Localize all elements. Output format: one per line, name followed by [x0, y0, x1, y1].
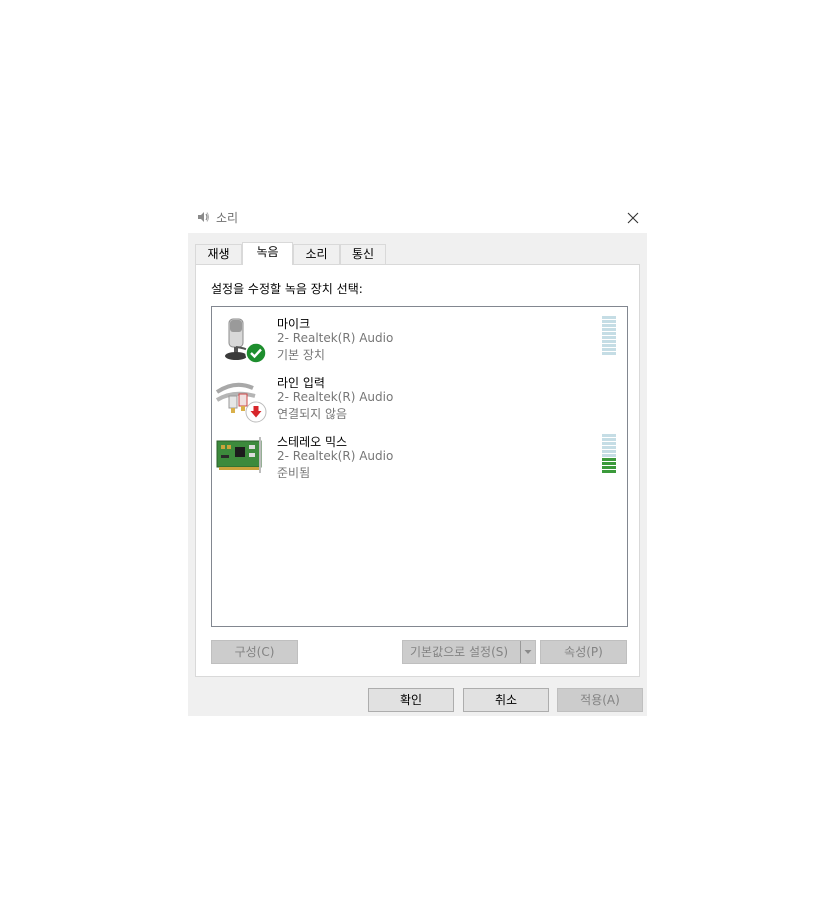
device-driver: 2- Realtek(R) Audio — [277, 449, 394, 463]
instruction-label: 설정을 수정할 녹음 장치 선택: — [211, 282, 363, 296]
device-status: 연결되지 않음 — [277, 407, 348, 421]
close-button[interactable] — [622, 207, 644, 229]
apply-button[interactable]: 적용(A) — [557, 688, 643, 712]
ok-button[interactable]: 확인 — [368, 688, 454, 712]
device-name: 스테레오 믹스 — [277, 435, 348, 449]
close-icon — [627, 212, 639, 224]
device-name: 라인 입력 — [277, 376, 325, 390]
device-name: 마이크 — [277, 317, 311, 331]
tab-sounds[interactable]: 소리 — [293, 244, 340, 264]
chevron-down-icon — [524, 650, 532, 654]
sound-card-icon — [216, 437, 262, 473]
device-item-line-in[interactable]: 라인 입력 2- Realtek(R) Audio 연결되지 않음 — [212, 368, 627, 426]
sound-dialog: 소리 재생 녹음 소리 통신 설정을 수정할 녹음 장치 선택: 마이크 2- … — [188, 202, 647, 716]
device-list[interactable]: 마이크 2- Realtek(R) Audio 기본 장치 라인 입력 2- R… — [211, 306, 628, 627]
device-item-microphone[interactable]: 마이크 2- Realtek(R) Audio 기본 장치 — [212, 309, 627, 367]
level-meter — [602, 434, 616, 474]
device-item-stereo-mix[interactable]: 스테레오 믹스 2- Realtek(R) Audio 준비됨 — [212, 427, 627, 485]
device-driver: 2- Realtek(R) Audio — [277, 331, 394, 345]
device-status: 기본 장치 — [277, 348, 325, 362]
tab-communications[interactable]: 통신 — [340, 244, 386, 264]
set-default-dropdown[interactable] — [520, 641, 535, 663]
title-bar: 소리 — [188, 202, 647, 233]
set-default-split-button[interactable]: 기본값으로 설정(S) — [402, 640, 536, 664]
set-default-label: 기본값으로 설정(S) — [410, 645, 509, 659]
properties-button[interactable]: 속성(P) — [540, 640, 627, 664]
recording-panel: 설정을 수정할 녹음 장치 선택: 마이크 2- Realtek(R) Audi… — [195, 264, 640, 677]
unplugged-arrow-icon — [245, 401, 267, 423]
default-check-icon — [245, 342, 267, 364]
device-status: 준비됨 — [277, 466, 311, 480]
device-driver: 2- Realtek(R) Audio — [277, 390, 394, 404]
speaker-app-icon — [198, 212, 209, 222]
window-title: 소리 — [216, 211, 239, 225]
tab-playback[interactable]: 재생 — [195, 244, 242, 264]
level-meter — [602, 316, 616, 356]
cancel-button[interactable]: 취소 — [463, 688, 549, 712]
tab-recording[interactable]: 녹음 — [242, 242, 293, 265]
configure-button[interactable]: 구성(C) — [211, 640, 298, 664]
